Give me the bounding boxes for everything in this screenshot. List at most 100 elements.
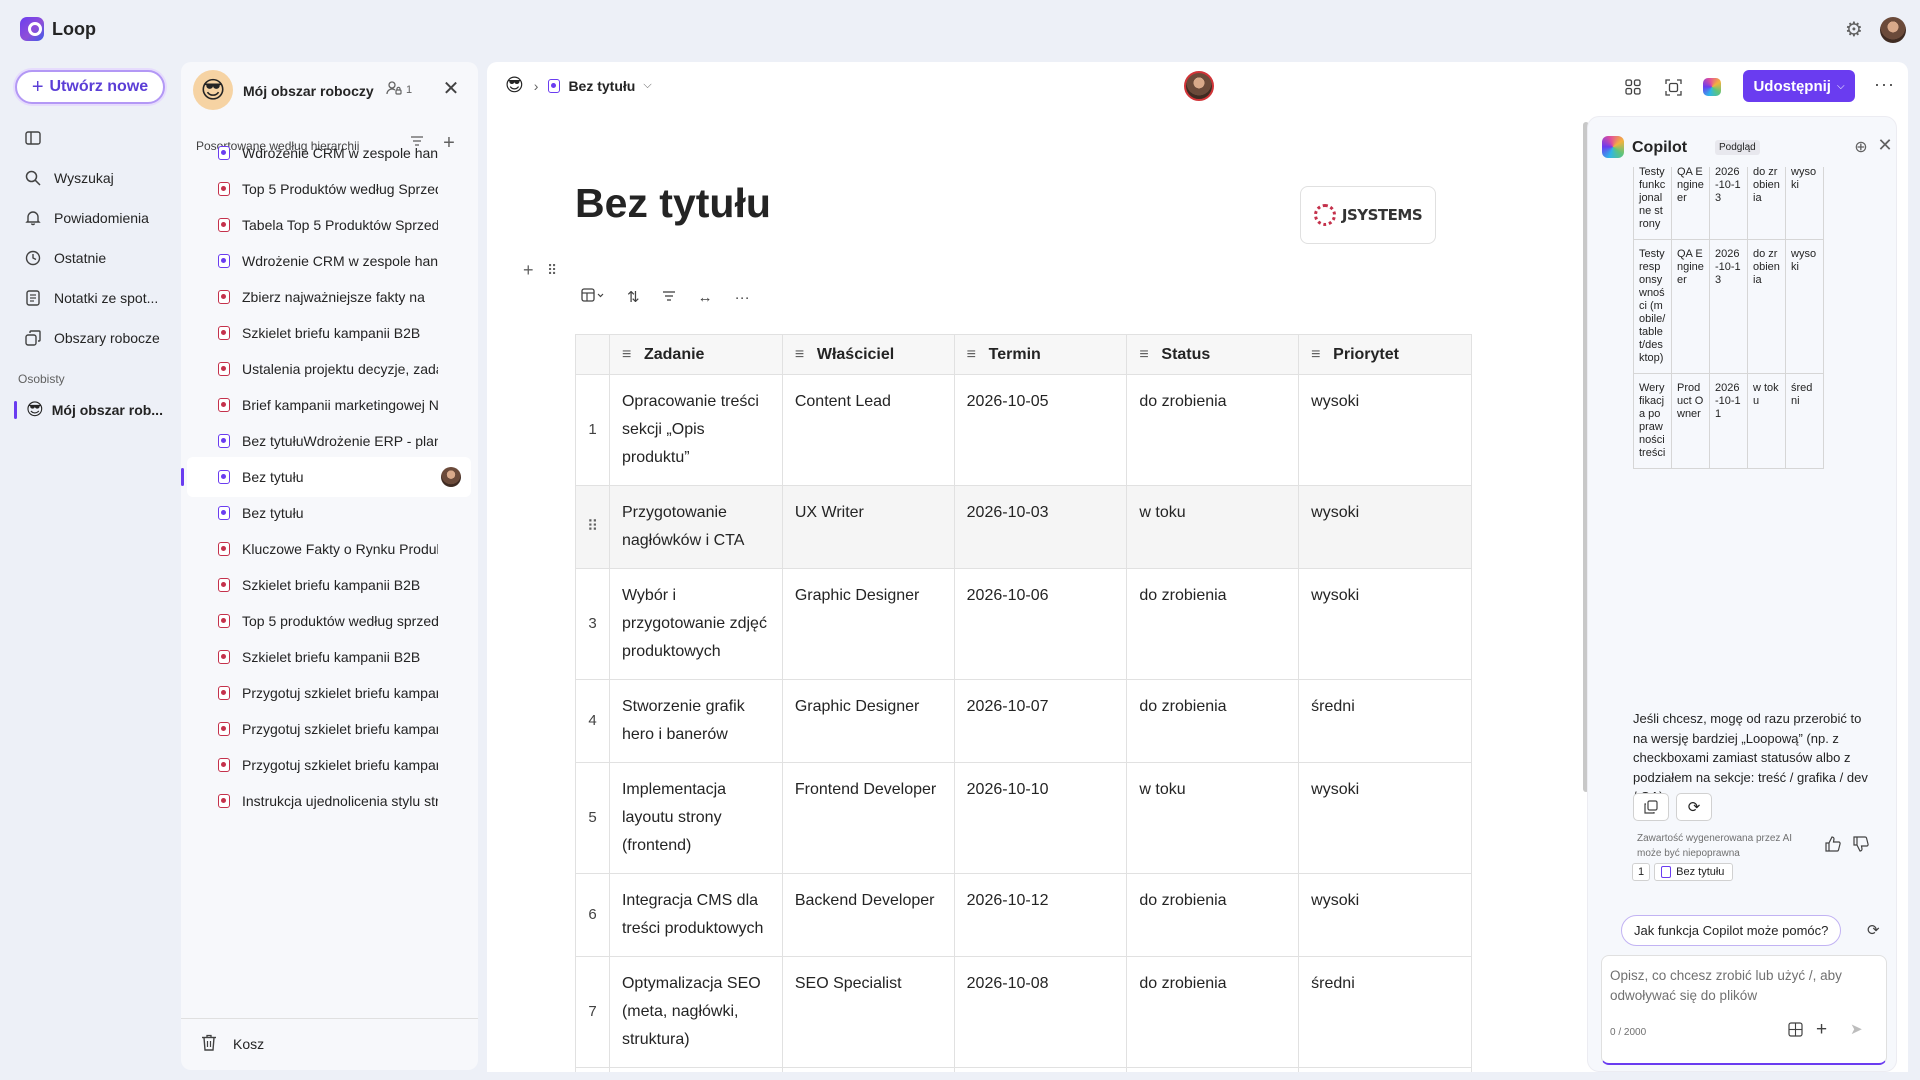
close-icon[interactable]: ✕ xyxy=(439,76,463,100)
share-button[interactable]: Udostępnij ⌵ xyxy=(1743,70,1855,102)
nav-page-item[interactable]: Bez tytułuWdrożenie ERP - plan xyxy=(187,421,471,461)
table-row[interactable]: 3 Wybór i przygotowanie zdjęć produktowyc… xyxy=(575,568,1472,680)
table-cell-status[interactable]: do zrobienia xyxy=(1126,679,1300,763)
table-row[interactable]: 1 Opracowanie treści sekcji „Opis produkt… xyxy=(575,374,1472,486)
rail-item-search[interactable]: Wyszukaj xyxy=(12,161,172,195)
table-cell-status[interactable]: w toku xyxy=(1126,762,1300,874)
nav-page-item[interactable]: Ustalenia projektu decyzje, zadania xyxy=(187,349,471,389)
table-header-cell[interactable]: ≡ Termin xyxy=(953,334,1128,375)
table-row[interactable]: 8Testy funkcjonalneQA Engineer2026-10-13… xyxy=(575,1067,1472,1072)
copilot-conversation[interactable]: Testy funkcjonalne strony QA Engineer 2026… xyxy=(1588,167,1888,707)
table-row[interactable]: 4 Stworzenie grafik hero i banerów Graphic… xyxy=(575,679,1472,763)
row-drag-handle[interactable]: ⠿ xyxy=(575,485,610,569)
trash-button[interactable]: Kosz xyxy=(201,1034,264,1054)
more-options-icon[interactable]: ··· xyxy=(735,289,750,306)
copy-button[interactable] xyxy=(1633,793,1669,821)
table-cell-owner[interactable]: Backend Developer xyxy=(781,873,955,957)
rail-item-recent[interactable]: Ostatnie xyxy=(12,241,172,275)
table-cell-priority[interactable]: wysoki xyxy=(1298,873,1472,957)
breadcrumb-current-page[interactable]: Bez tytułu ⌵ xyxy=(548,78,652,94)
table-cell-owner[interactable]: Frontend Developer xyxy=(781,762,955,874)
nav-page-item[interactable]: Zbierz najważniejsze fakty na xyxy=(187,277,471,317)
nav-page-item[interactable]: Szkielet briefu kampanii B2B xyxy=(187,313,471,353)
nav-page-item[interactable]: Tabela Top 5 Produktów Sprzedaży xyxy=(187,205,471,245)
settings-gear-icon[interactable]: ⚙ xyxy=(1843,19,1865,41)
table-cell-priority[interactable]: średni xyxy=(1298,956,1472,1068)
nav-page-item[interactable]: Top 5 Produktów według Sprzedaży xyxy=(187,169,471,209)
focus-mode-icon[interactable] xyxy=(1662,76,1684,98)
nav-page-item[interactable]: Bez tytułu xyxy=(187,493,471,533)
presence-avatar[interactable] xyxy=(1184,71,1214,101)
table-cell-status[interactable]: do zrobienia xyxy=(1126,956,1300,1068)
table-cell-task[interactable]: Opracowanie treści sekcji „Opis produktu… xyxy=(608,374,783,486)
table-cell-date[interactable]: 2026-10-12 xyxy=(953,873,1128,957)
table-cell-priority[interactable]: wysoki xyxy=(1298,568,1472,680)
table-cell-date[interactable]: 2026-10-08 xyxy=(953,956,1128,1068)
table-cell-task[interactable]: Stworzenie grafik hero i banerów xyxy=(608,679,783,763)
reference-doc-chip[interactable]: Bez tytułu xyxy=(1654,863,1734,881)
components-icon[interactable] xyxy=(1622,76,1644,98)
table-row[interactable]: 7 Optymalizacja SEO (meta, nagłówki, stru… xyxy=(575,956,1472,1068)
send-icon[interactable]: ➤ xyxy=(1850,1020,1863,1038)
table-header-cell[interactable]: ≡ Właściciel xyxy=(781,334,955,375)
table-cell-date[interactable]: 2026-10-07 xyxy=(953,679,1128,763)
nav-page-item[interactable]: Wdrożenie CRM w zespole handlowym xyxy=(187,133,471,173)
regenerate-button[interactable]: ⟳ xyxy=(1676,793,1712,821)
table-cell-task[interactable]: Integracja CMS dla treści produktowych xyxy=(608,873,783,957)
nav-page-item[interactable]: Przygotuj szkielet briefu kampanii xyxy=(187,673,471,713)
table-cell-task[interactable]: Implementacja layoutu strony (frontend) xyxy=(608,762,783,874)
nav-page-item[interactable]: Top 5 produktów według sprzedaży xyxy=(187,601,471,641)
nav-page-item[interactable]: Przygotuj szkielet briefu kampanii xyxy=(187,709,471,749)
nav-page-item[interactable]: Przygotuj szkielet briefu kampanii xyxy=(187,745,471,785)
table-cell-status[interactable]: do zrobienia xyxy=(1126,374,1300,486)
table-cell-date[interactable]: 2026-10-06 xyxy=(953,568,1128,680)
nav-page-item[interactable]: Brief kampanii marketingowej N xyxy=(187,385,471,425)
table-cell-priority[interactable]: wysoki xyxy=(1298,374,1472,486)
thumbs-down-icon[interactable] xyxy=(1853,836,1869,857)
table-cell-owner[interactable]: Graphic Designer xyxy=(781,568,955,680)
table-cell-priority[interactable]: średni xyxy=(1298,679,1472,763)
close-icon[interactable]: ✕ xyxy=(1875,135,1895,157)
table-row[interactable]: ⠿ Przygotowanie nagłówków i CTA UX Writer 2… xyxy=(575,485,1472,569)
table-cell-owner[interactable]: Content Lead xyxy=(781,374,955,486)
table-cell-date[interactable]: 2026-10-05 xyxy=(953,374,1128,486)
refresh-suggestions-icon[interactable]: ⟳ xyxy=(1867,921,1880,939)
table-cell-date[interactable]: 2026-10-10 xyxy=(953,762,1128,874)
page-logo-image[interactable]: JSYSTEMS xyxy=(1300,186,1436,244)
new-chat-icon[interactable]: ⊕ xyxy=(1851,137,1871,157)
table-cell-task[interactable]: Testy funkcjonalne xyxy=(608,1067,783,1072)
page-title[interactable]: Bez tytułu xyxy=(575,180,771,227)
attach-component-icon[interactable] xyxy=(1788,1022,1803,1040)
table-cell-status[interactable]: do zrobienia xyxy=(1126,568,1300,680)
add-icon[interactable]: + xyxy=(1816,1019,1827,1041)
app-brand[interactable]: Loop xyxy=(20,17,96,41)
nav-page-item[interactable]: Instrukcja ujednolicenia stylu strony xyxy=(187,781,471,821)
more-options-icon[interactable]: ··· xyxy=(1874,74,1895,95)
rail-item-my-workspace[interactable]: 😎 Mój obszar rob... xyxy=(12,393,172,427)
table-cell-task[interactable]: Wybór i przygotowanie zdjęć produktowych xyxy=(608,568,783,680)
table-row[interactable]: 6 Integracja CMS dla treści produktowych B… xyxy=(575,873,1472,957)
nav-page-item[interactable]: Szkielet briefu kampanii B2B xyxy=(187,565,471,605)
suggestion-chip[interactable]: Jak funkcja Copilot może pomóc? xyxy=(1621,915,1842,946)
table-cell-date[interactable]: 2026-10-03 xyxy=(953,485,1128,569)
nav-page-item[interactable]: Szkielet briefu kampanii B2B xyxy=(187,637,471,677)
rail-item-meeting-notes[interactable]: Notatki ze spot... xyxy=(12,281,172,315)
table-view-icon[interactable] xyxy=(581,288,605,306)
table-row[interactable]: 5 Implementacja layoutu strony (frontend)… xyxy=(575,762,1472,874)
create-new-button[interactable]: + Utwórz nowe xyxy=(15,70,165,104)
table-cell-status[interactable]: do zrobienia xyxy=(1126,1067,1300,1072)
copilot-prompt-input[interactable] xyxy=(1610,966,1880,1012)
table-cell-owner[interactable]: SEO Specialist xyxy=(781,956,955,1068)
rail-item-notifications[interactable]: Powiadomienia xyxy=(12,201,172,235)
table-cell-owner[interactable]: Graphic Designer xyxy=(781,679,955,763)
table-cell-owner[interactable]: QA Engineer xyxy=(781,1067,955,1072)
table-cell-priority[interactable]: wysoki xyxy=(1298,1067,1472,1072)
nav-page-item[interactable]: Kluczowe Fakty o Rynku Produktów xyxy=(187,529,471,569)
table-header-cell[interactable]: ≡ Zadanie xyxy=(608,334,783,375)
resize-width-icon[interactable]: ↔ xyxy=(698,289,713,306)
drag-handle-icon[interactable]: ⠿ xyxy=(547,262,557,279)
table-header-cell[interactable]: ≡ Priorytet xyxy=(1298,334,1472,375)
rail-toggle-sidebar[interactable] xyxy=(12,121,172,155)
workspace-emoji-icon[interactable]: 😎 xyxy=(505,75,524,96)
sort-icon[interactable]: ⇅ xyxy=(627,288,640,306)
